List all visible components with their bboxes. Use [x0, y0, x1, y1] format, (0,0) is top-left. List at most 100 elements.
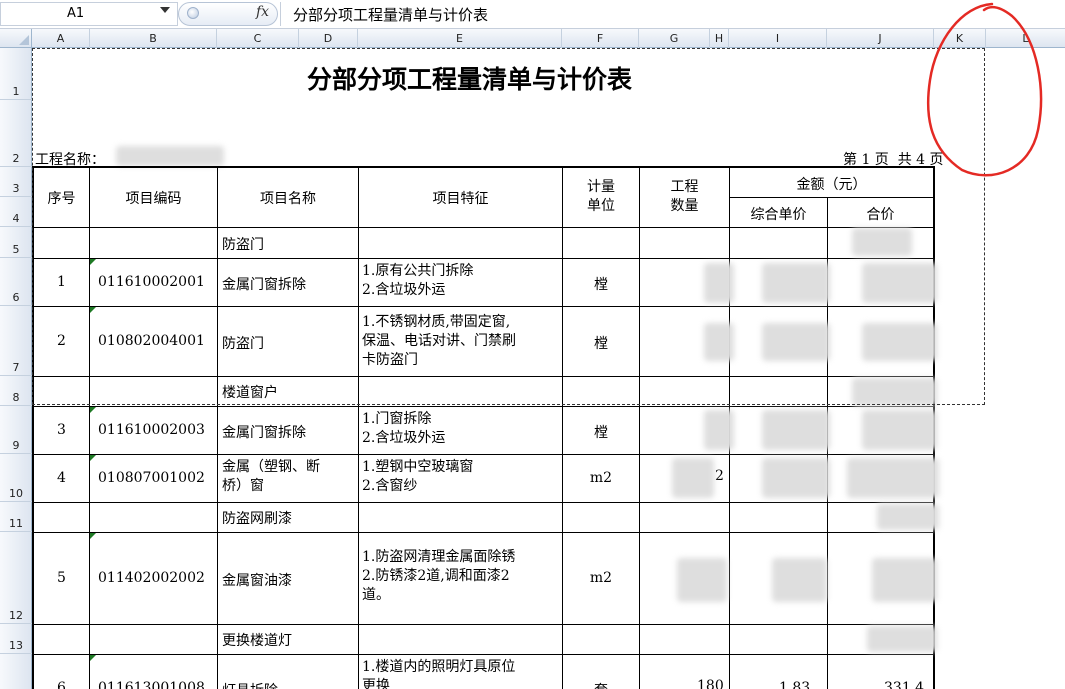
- table-border: [729, 197, 934, 198]
- row-header-4[interactable]: 4: [0, 197, 32, 227]
- table-border: [32, 624, 935, 625]
- row-header-10[interactable]: 10: [0, 454, 32, 502]
- row-header-14[interactable]: [0, 654, 32, 689]
- column-header-j[interactable]: J: [827, 29, 934, 48]
- item-seq[interactable]: 3: [34, 422, 89, 438]
- table-border: [32, 454, 935, 455]
- item-code[interactable]: 011610002001: [98, 274, 205, 290]
- column-header-h[interactable]: H: [710, 29, 729, 48]
- select-all-button[interactable]: [0, 29, 32, 48]
- item-name[interactable]: 金属门窗拆除: [222, 274, 306, 294]
- item-unit[interactable]: 樘: [563, 274, 639, 294]
- header-unit-price[interactable]: 综合单价: [730, 204, 827, 224]
- column-header-g[interactable]: G: [639, 29, 710, 48]
- header-seq[interactable]: 序号: [34, 188, 89, 208]
- item-code[interactable]: 010802004001: [98, 333, 205, 349]
- item-feature[interactable]: 1.原有公共门拆除 2.含垃圾外运: [362, 262, 473, 300]
- unit-price-value[interactable]: 1.83: [779, 680, 810, 689]
- row-header-7[interactable]: 7: [0, 306, 32, 376]
- section-name[interactable]: 更换楼道灯: [222, 630, 292, 650]
- item-name[interactable]: 金属窗油漆: [222, 570, 292, 590]
- row-header-1[interactable]: 1: [0, 48, 32, 100]
- item-unit[interactable]: m2: [563, 570, 639, 586]
- item-code[interactable]: 010807001002: [98, 470, 205, 486]
- item-seq[interactable]: 2: [34, 333, 89, 349]
- error-indicator-icon: [90, 655, 96, 661]
- item-seq[interactable]: 6: [34, 680, 89, 689]
- table-border: [32, 166, 935, 168]
- column-header-b[interactable]: B: [90, 29, 217, 48]
- redacted-value: [762, 263, 830, 303]
- row-header-2[interactable]: 2: [0, 100, 32, 167]
- header-qty[interactable]: 工程 数量: [640, 178, 729, 216]
- redacted-value: [704, 323, 734, 361]
- name-box[interactable]: A1: [0, 2, 178, 26]
- row-header-8[interactable]: 8: [0, 376, 32, 406]
- section-name[interactable]: 防盗网刷漆: [222, 508, 292, 528]
- item-unit[interactable]: 樘: [563, 333, 639, 353]
- total-value[interactable]: 331.4: [884, 680, 924, 689]
- row-header-13[interactable]: 13: [0, 624, 32, 654]
- column-header-c[interactable]: C: [217, 29, 299, 48]
- fx-icon[interactable]: fx: [256, 4, 269, 20]
- worksheet[interactable]: 分部分项工程量清单与计价表 工程名称： 第 1 页 共 4 页 序号 项目编码 …: [32, 2, 1065, 689]
- item-name[interactable]: 防盗门: [222, 333, 264, 353]
- column-header-e[interactable]: E: [358, 29, 562, 48]
- column-header-d[interactable]: D: [299, 29, 358, 48]
- item-seq[interactable]: 1: [34, 274, 89, 290]
- column-header-k[interactable]: K: [934, 29, 986, 48]
- redacted-value: [862, 263, 937, 303]
- redacted-value: [704, 410, 734, 450]
- item-feature[interactable]: 1.塑钢中空玻璃窗 2.含窗纱: [362, 458, 473, 496]
- column-header-f[interactable]: F: [562, 29, 639, 48]
- header-name[interactable]: 项目名称: [218, 188, 358, 208]
- item-name[interactable]: 金属（塑钢、断 桥）窗: [222, 458, 320, 496]
- item-feature[interactable]: 1.不锈钢材质,带固定窗, 保温、电话对讲、门禁刷 卡防盗门: [362, 313, 516, 370]
- cell-reference: A1: [67, 6, 85, 21]
- item-feature[interactable]: 1.防盗网清理金属面除锈 2.防锈漆2道,调和面漆2 道。: [362, 548, 515, 605]
- item-feature[interactable]: 1.楼道内的照明灯具原位 更换: [362, 658, 515, 689]
- item-code[interactable]: 011613001008: [98, 680, 205, 689]
- column-header-i[interactable]: I: [729, 29, 827, 48]
- row-header-12[interactable]: 12: [0, 532, 32, 624]
- header-total[interactable]: 合价: [828, 204, 933, 224]
- table-border: [32, 258, 935, 259]
- row-header-6[interactable]: 6: [0, 258, 32, 306]
- column-header-a[interactable]: A: [32, 29, 90, 48]
- row-header-9[interactable]: 9: [0, 406, 32, 454]
- error-indicator-icon: [90, 455, 96, 461]
- redacted-value: [867, 626, 937, 652]
- table-border: [32, 502, 935, 503]
- quantity-value[interactable]: 180: [697, 678, 724, 689]
- item-seq[interactable]: 5: [34, 570, 89, 586]
- header-feature[interactable]: 项目特征: [359, 188, 562, 208]
- item-seq[interactable]: 4: [34, 470, 89, 486]
- row-header-11[interactable]: 11: [0, 502, 32, 532]
- header-unit[interactable]: 计量 单位: [563, 178, 639, 216]
- chevron-down-icon[interactable]: [160, 7, 170, 13]
- sheet-title[interactable]: 分部分项工程量清单与计价表: [307, 60, 632, 96]
- item-name[interactable]: 灯具拆除: [222, 680, 278, 689]
- expand-dot-icon[interactable]: [187, 7, 199, 19]
- row-header-5[interactable]: 5: [0, 227, 32, 258]
- column-header: A B C D E F G H I J K L: [0, 29, 1065, 48]
- quantity-value[interactable]: 2: [715, 468, 724, 484]
- table-border: [358, 167, 359, 689]
- section-name[interactable]: 防盗门: [222, 234, 264, 254]
- formula-input[interactable]: 分部分项工程量清单与计价表: [280, 2, 1065, 26]
- table-border: [89, 167, 90, 689]
- redacted-value: [677, 558, 727, 602]
- header-amount[interactable]: 金额（元）: [730, 174, 933, 194]
- row-header-3[interactable]: 3: [0, 167, 32, 197]
- redacted-value: [852, 378, 937, 406]
- column-header-l[interactable]: L: [986, 29, 1065, 48]
- item-unit[interactable]: m2: [563, 470, 639, 486]
- item-unit[interactable]: 樘: [563, 422, 639, 442]
- header-code[interactable]: 项目编码: [90, 188, 217, 208]
- item-code[interactable]: 011402002002: [98, 570, 205, 586]
- item-unit[interactable]: 套: [563, 680, 639, 689]
- item-name[interactable]: 金属门窗拆除: [222, 422, 306, 442]
- section-name[interactable]: 楼道窗户: [222, 382, 278, 402]
- item-feature[interactable]: 1.门窗拆除 2.含垃圾外运: [362, 410, 445, 448]
- item-code[interactable]: 011610002003: [98, 422, 205, 438]
